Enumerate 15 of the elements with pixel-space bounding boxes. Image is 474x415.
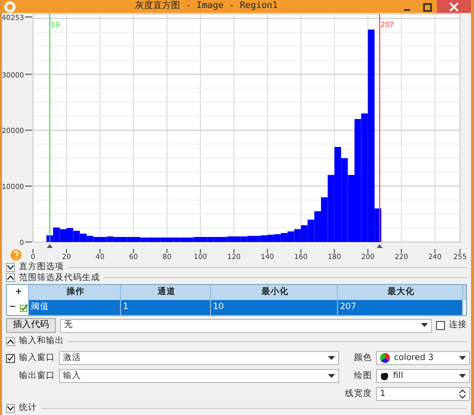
section-title: 范围筛选及代码生成 (19, 272, 100, 283)
section-title: 直方图选项 (19, 262, 64, 272)
table-cell: 207 (338, 300, 463, 315)
field-label: 颜色 (354, 352, 372, 364)
field-label: 输出窗口 (19, 370, 55, 382)
table-cell: 1 (121, 300, 211, 315)
section-title: 统计 (19, 403, 37, 414)
field-label: 线宽度 (345, 388, 372, 400)
section-title: 输入和输出 (19, 336, 64, 347)
field-label: 绘图 (354, 370, 372, 382)
checkbox-label: 连接 (449, 320, 467, 331)
table-cell: 10 (211, 300, 338, 315)
window-title: 灰度直方图 - Image - Region1 (134, 1, 279, 12)
table-cell: 阈值 (29, 300, 121, 315)
field-label: 输入窗口 (19, 352, 55, 364)
